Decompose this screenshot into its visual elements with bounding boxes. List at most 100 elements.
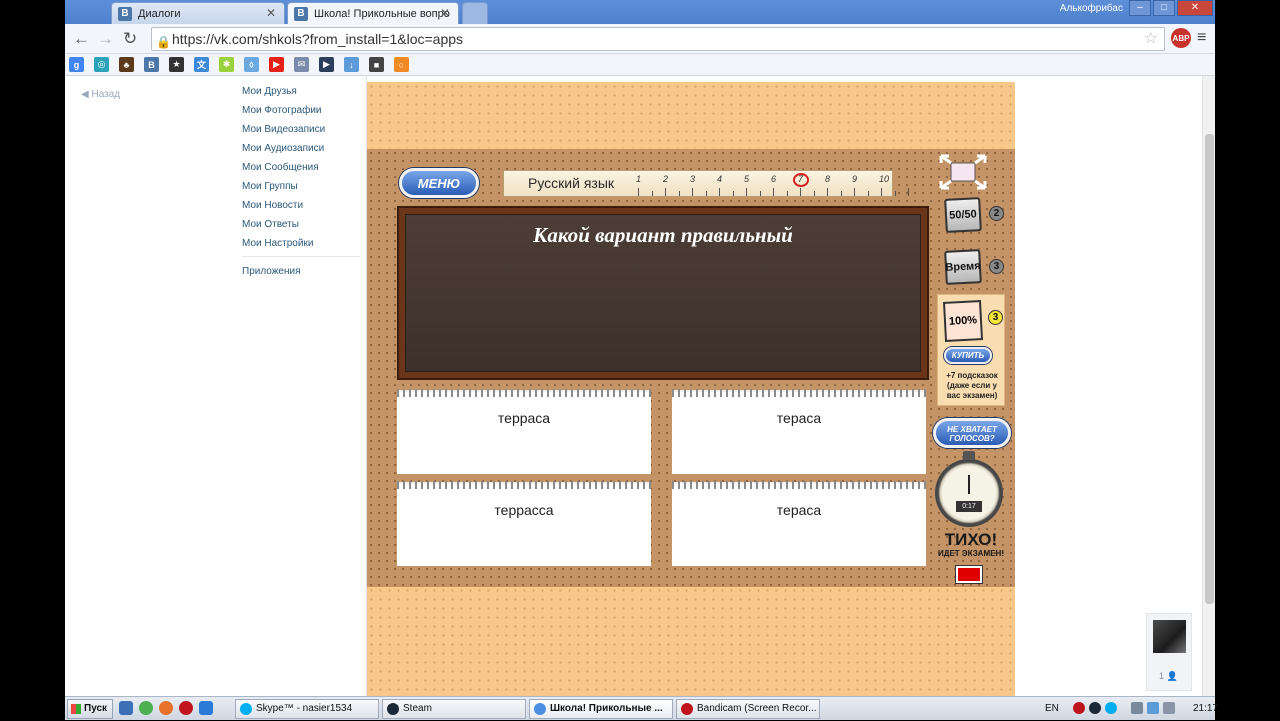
monitor-tray-icon[interactable] [1147, 702, 1159, 714]
start-label: Пуск [84, 703, 108, 714]
network-tray-icon[interactable] [1131, 702, 1143, 714]
nav-my-audio[interactable]: Мои Аудиозаписи [242, 139, 362, 158]
task-skype[interactable]: Skype™ - nasier1534 [235, 699, 379, 719]
bookmark-icon[interactable]: ▶ [319, 57, 334, 72]
bookmark-icon[interactable]: ■ [369, 57, 384, 72]
chrome-quicklaunch-icon[interactable] [139, 701, 153, 715]
hint-time-button[interactable]: Время [944, 249, 982, 285]
fullscreen-icon[interactable] [939, 154, 987, 190]
answer-option-4[interactable]: тераса [672, 481, 926, 566]
nav-my-photos[interactable]: Мои Фотографии [242, 101, 362, 120]
chrome-menu-icon[interactable]: ≡ [1197, 29, 1206, 47]
answer-option-2[interactable]: тераса [672, 389, 926, 474]
hint-fifty-button[interactable]: 50/50 [944, 197, 982, 233]
nav-my-answers[interactable]: Мои Ответы [242, 215, 362, 234]
task-chrome[interactable]: Школа! Прикольные ... [529, 699, 673, 719]
ruler-tick [867, 191, 869, 196]
notebook-spiral [672, 481, 926, 489]
person-icon: 👤 [1166, 671, 1178, 681]
answer-option-3[interactable]: террасса [397, 481, 651, 566]
not-enough-votes-button[interactable]: НЕ ХВАТАЕТ ГОЛОСОВ? [933, 418, 1011, 448]
skype-tray-icon[interactable] [1105, 702, 1117, 714]
nav-apps[interactable]: Приложения [242, 262, 362, 281]
nav-my-groups[interactable]: Мои Группы [242, 177, 362, 196]
progress-number: 5 [744, 174, 750, 184]
bandicam-quicklaunch-icon[interactable] [179, 701, 193, 715]
maximize-button[interactable]: □ [1153, 0, 1175, 16]
subject-label: Русский язык [528, 175, 615, 191]
progress-number: 6 [771, 174, 777, 184]
lock-icon: 🔒 [156, 35, 171, 49]
bookmark-icon[interactable]: ◊ [244, 57, 259, 72]
exam-notice-title: ТИХО! [944, 530, 998, 549]
address-bar[interactable]: 🔒 https://vk.com/shkols?from_install=1&l… [151, 27, 1165, 51]
tab-school[interactable]: B Школа! Прикольные вопро ✕ [287, 2, 459, 24]
back-icon[interactable]: ← [73, 29, 90, 49]
bookmark-icon[interactable]: B [144, 57, 159, 72]
left-navigation: Мои Друзья Мои Фотографии Мои Видеозапис… [242, 82, 362, 281]
question-board: Какой вариант правильный [397, 206, 929, 380]
close-tab-icon[interactable]: ✕ [440, 6, 450, 20]
new-tab-button[interactable] [462, 2, 488, 24]
bookmark-icon[interactable]: ◎ [94, 57, 109, 72]
ruler-tick [813, 191, 815, 196]
nav-my-news[interactable]: Мои Новости [242, 196, 362, 215]
close-window-button[interactable]: ✕ [1177, 0, 1213, 16]
bookmark-icon[interactable]: ○ [394, 57, 409, 72]
back-link[interactable]: ◀ Назад [81, 89, 120, 100]
profile-name[interactable]: Алькофрибас [1060, 3, 1123, 14]
hint-time-count: 3 [989, 259, 1004, 274]
firefox-quicklaunch-icon[interactable] [159, 701, 173, 715]
task-steam[interactable]: Steam [382, 699, 526, 719]
app-quicklaunch-icon[interactable] [199, 701, 213, 715]
nav-my-settings[interactable]: Мои Настройки [242, 234, 362, 253]
nav-my-messages[interactable]: Мои Сообщения [242, 158, 362, 177]
ruler-tick [773, 188, 774, 196]
avatar[interactable] [1153, 620, 1186, 653]
ruler-tick [705, 191, 707, 196]
window-controls: – □ ✕ [1127, 0, 1213, 16]
reload-icon[interactable]: ↻ [123, 29, 137, 49]
task-bandicam[interactable]: Bandicam (Screen Recor... [676, 699, 820, 719]
show-desktop-icon[interactable] [119, 701, 133, 715]
buy-hints-button[interactable]: КУПИТЬ [944, 347, 992, 364]
bandicam-icon [681, 703, 693, 715]
answer-option-1[interactable]: терраса [397, 389, 651, 474]
bookmark-icon[interactable]: ♣ [119, 57, 134, 72]
bookmark-icon[interactable]: 文 [194, 57, 209, 72]
steam-tray-icon[interactable] [1089, 702, 1101, 714]
friends-online-widget[interactable]: 1 👤 [1146, 613, 1192, 691]
language-indicator[interactable]: EN [1045, 703, 1059, 714]
browser-toolbar: ← → ↻ 🔒 https://vk.com/shkols?from_insta… [65, 24, 1215, 54]
nav-my-videos[interactable]: Мои Видеозаписи [242, 120, 362, 139]
answer-text: террасса [494, 502, 554, 518]
hint-100-button[interactable]: 100% [942, 300, 984, 342]
bookmark-icon[interactable]: ★ [169, 57, 184, 72]
volume-tray-icon[interactable] [1163, 702, 1175, 714]
bookmark-icon[interactable]: ▶ [269, 57, 284, 72]
bookmark-star-icon[interactable]: ☆ [1144, 28, 1158, 50]
tab-strip: B Диалоги ✕ B Школа! Прикольные вопро ✕ … [65, 0, 1215, 24]
bookmark-icon[interactable]: ↓ [344, 57, 359, 72]
menu-button[interactable]: МЕНЮ [399, 168, 479, 198]
progress-number: 8 [825, 174, 831, 184]
minimize-button[interactable]: – [1129, 0, 1151, 16]
start-button[interactable]: Пуск [67, 699, 113, 719]
bookmark-icon[interactable]: g [69, 57, 84, 72]
windows-taskbar: Пуск Skype™ - nasier1534 Steam Школа! Пр… [65, 696, 1218, 720]
tab-dialogs[interactable]: B Диалоги ✕ [111, 2, 285, 24]
online-count: 1 👤 [1159, 671, 1178, 681]
page-scrollbar[interactable] [1202, 76, 1215, 696]
record-tray-icon[interactable] [1073, 702, 1085, 714]
adblock-icon[interactable]: ABP [1171, 28, 1191, 48]
notebook-spiral [397, 481, 651, 489]
buy-hints-note: +7 подсказок (даже если у вас экзамен) [946, 371, 998, 400]
forward-icon[interactable]: → [97, 29, 114, 49]
nav-my-friends[interactable]: Мои Друзья [242, 82, 362, 101]
scrollbar-thumb[interactable] [1205, 134, 1214, 604]
bookmark-icon[interactable]: ✱ [219, 57, 234, 72]
browser-window: B Диалоги ✕ B Школа! Прикольные вопро ✕ … [65, 0, 1215, 696]
bookmark-icon[interactable]: ✉ [294, 57, 309, 72]
system-clock[interactable]: 21:17 [1193, 703, 1218, 714]
close-tab-icon[interactable]: ✕ [266, 6, 276, 20]
